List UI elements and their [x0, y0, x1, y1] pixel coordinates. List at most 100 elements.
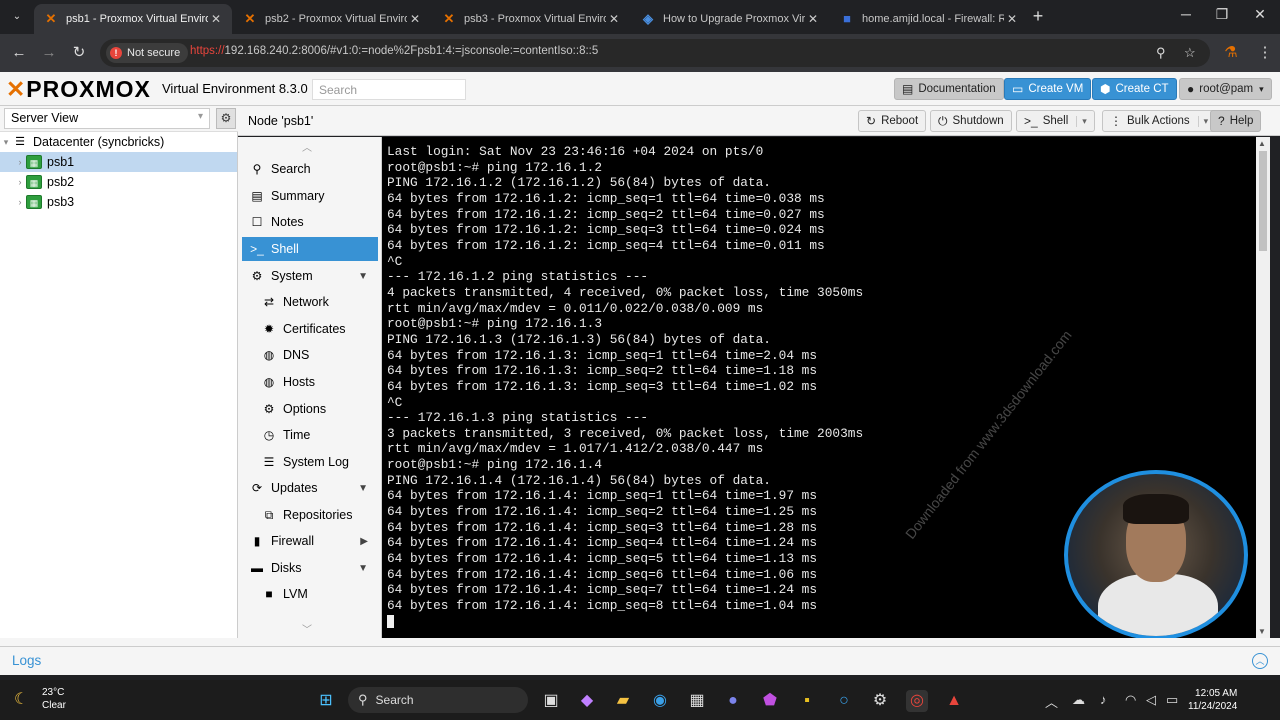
global-search-input[interactable]: Search	[312, 79, 466, 100]
url-text: https://192.168.240.2:8006/#v1:0:=node%2…	[190, 45, 599, 57]
task-view-icon[interactable]: ▣	[540, 690, 562, 712]
window-close-icon[interactable]: ✕	[1250, 6, 1270, 23]
nav-item-options[interactable]: ⚙ Options	[242, 397, 378, 421]
tab-search-icon[interactable]: ⌄	[8, 8, 26, 26]
close-icon[interactable]: ✕	[208, 12, 224, 26]
shutdown-button[interactable]: ⏻ Shutdown	[930, 110, 1012, 132]
bookmark-star-icon[interactable]: ☆	[1184, 45, 1196, 61]
app-icon[interactable]: ▪	[796, 690, 818, 712]
nav-item-summary[interactable]: ▤ Summary	[242, 184, 378, 208]
taskbar-search[interactable]: ⚲ Search	[348, 687, 528, 713]
tab-firewall[interactable]: ■ home.amjid.local - Firewall: Rul ✕	[830, 4, 1028, 34]
minimize-icon[interactable]: ─	[1176, 6, 1196, 22]
tray-expand-icon[interactable]: ︿	[1045, 692, 1058, 711]
bulk-actions-button[interactable]: ⋮ Bulk Actions ▾	[1102, 110, 1217, 132]
close-icon[interactable]: ✕	[1004, 12, 1020, 26]
terminal-scrollbar[interactable]: ▲ ▼	[1256, 137, 1270, 638]
store-icon[interactable]: ▦	[686, 690, 708, 712]
close-icon[interactable]: ✕	[805, 12, 821, 26]
forward-icon[interactable]: →	[40, 44, 58, 62]
teams-icon[interactable]: ●	[722, 690, 744, 712]
security-indicator[interactable]: ! Not secure	[106, 43, 189, 63]
scroll-down-icon[interactable]: ▼	[1258, 627, 1266, 636]
disk-icon: ▬	[251, 561, 263, 575]
nav-item-repositories[interactable]: ⧉ Repositories	[242, 503, 378, 527]
nav-item-updates[interactable]: ⟳ Updates ▼	[242, 476, 378, 500]
create-ct-button[interactable]: ⬢ Create CT	[1092, 78, 1177, 100]
edge-icon[interactable]: ◉	[649, 690, 671, 712]
reload-icon[interactable]: ↻	[70, 44, 88, 62]
zoom-icon[interactable]: ⚲	[1156, 45, 1166, 61]
chevron-down-icon[interactable]: ▼	[358, 563, 368, 574]
tab-psb3[interactable]: ✕ psb3 - Proxmox Virtual Environ ✕	[432, 4, 630, 34]
expand-caret-icon[interactable]: ›	[14, 157, 26, 167]
expand-caret-icon[interactable]: ›	[14, 197, 26, 207]
view-select[interactable]: Server View ▾	[4, 108, 210, 129]
tree-item-datacenter[interactable]: ▾ ☰ Datacenter (syncbricks)	[0, 132, 237, 152]
scroll-up-icon[interactable]: ▲	[1258, 139, 1266, 148]
chevron-down-icon[interactable]: ▾	[1076, 115, 1087, 127]
acrobat-icon[interactable]: ▲	[943, 690, 965, 712]
help-button[interactable]: ? Help	[1210, 110, 1262, 132]
tree-item-psb2[interactable]: › ▦ psb2	[0, 172, 237, 192]
nav-item-hosts[interactable]: ◍ Hosts	[242, 370, 378, 394]
shell-button[interactable]: >_ Shell ▾	[1016, 110, 1095, 132]
logs-panel[interactable]: Logs ︿	[0, 646, 1280, 675]
scroll-up-icon[interactable]: ︿	[302, 139, 312, 154]
system-clock[interactable]: 12:05 AM 11/24/2024	[1188, 687, 1237, 713]
nav-item-shell[interactable]: >_ Shell	[242, 237, 378, 261]
app-icon[interactable]: ⬟	[759, 690, 781, 712]
windows-start-icon[interactable]: ⊞	[315, 690, 337, 712]
tab-psb1[interactable]: ✕ psb1 - Proxmox Virtual Environ ✕	[34, 4, 232, 34]
maximize-icon[interactable]: ❐	[1212, 6, 1232, 23]
node-icon: ▦	[26, 155, 42, 169]
nav-item-disks[interactable]: ▬ Disks ▼	[242, 556, 378, 580]
wifi-icon[interactable]: ◠	[1125, 692, 1136, 708]
chevron-right-icon[interactable]: ▶	[360, 536, 368, 547]
expand-caret-icon[interactable]: ›	[14, 177, 26, 187]
nav-item-network[interactable]: ⇄ Network	[242, 290, 378, 314]
close-icon[interactable]: ✕	[606, 12, 622, 26]
scroll-down-icon[interactable]: ﹀	[302, 621, 312, 636]
nav-item-lvm[interactable]: ■ LVM	[242, 582, 378, 606]
chrome-icon[interactable]: ◎	[906, 690, 928, 712]
gear-icon[interactable]: ⚙	[216, 108, 236, 129]
copilot-icon[interactable]: ◆	[576, 690, 598, 712]
reboot-button[interactable]: ↻ Reboot	[858, 110, 927, 132]
microphone-icon[interactable]: ♪	[1100, 692, 1107, 707]
back-icon[interactable]: ←	[10, 44, 28, 62]
scrollbar-thumb[interactable]	[1259, 151, 1267, 251]
new-tab-icon[interactable]: +	[1028, 6, 1048, 27]
tab-upgrade-guide[interactable]: ◈ How to Upgrade Proxmox Virtu ✕	[631, 4, 829, 34]
battery-icon[interactable]: ▭	[1166, 692, 1178, 708]
nav-item-time[interactable]: ◷ Time	[242, 423, 378, 447]
url-field[interactable]: ! Not secure https://192.168.240.2:8006/…	[100, 39, 1210, 67]
expand-caret-icon[interactable]: ▾	[0, 137, 12, 148]
nav-item-certificates[interactable]: ✹ Certificates	[242, 317, 378, 341]
nav-item-dns[interactable]: ◍ DNS	[242, 343, 378, 367]
extension-icon[interactable]: ⚗	[1222, 44, 1240, 62]
create-vm-button[interactable]: ▭ Create VM	[1004, 78, 1092, 100]
weather-widget[interactable]: ☾ 23°C Clear	[14, 686, 66, 712]
cloud-icon[interactable]: ☁	[1072, 692, 1085, 708]
user-menu-button[interactable]: ● root@pam ▾	[1179, 78, 1272, 100]
browser-menu-icon[interactable]: ⋮	[1256, 44, 1274, 62]
chevron-down-icon[interactable]: ▾	[1197, 115, 1208, 127]
chevron-down-icon[interactable]: ▼	[358, 271, 368, 282]
app-icon[interactable]: ⚙	[869, 690, 891, 712]
expand-up-icon[interactable]: ︿	[1252, 653, 1268, 669]
nav-item-firewall[interactable]: ▮ Firewall ▶	[242, 529, 378, 553]
nav-item-notes[interactable]: ☐ Notes	[242, 210, 378, 234]
nav-item-system-log[interactable]: ☰ System Log	[242, 450, 378, 474]
tree-item-psb3[interactable]: › ▦ psb3	[0, 192, 237, 212]
file-explorer-icon[interactable]: ▰	[612, 690, 634, 712]
nav-item-search[interactable]: ⚲ Search	[242, 157, 378, 181]
nav-item-system[interactable]: ⚙ System ▼	[242, 264, 378, 288]
close-icon[interactable]: ✕	[407, 12, 423, 26]
documentation-button[interactable]: ▤ Documentation	[894, 78, 1004, 100]
app-icon[interactable]: ○	[833, 690, 855, 712]
tree-item-psb1[interactable]: › ▦ psb1	[0, 152, 237, 172]
volume-icon[interactable]: ◁	[1146, 692, 1156, 708]
chevron-down-icon[interactable]: ▼	[358, 483, 368, 494]
tab-psb2[interactable]: ✕ psb2 - Proxmox Virtual Environ ✕	[233, 4, 431, 34]
